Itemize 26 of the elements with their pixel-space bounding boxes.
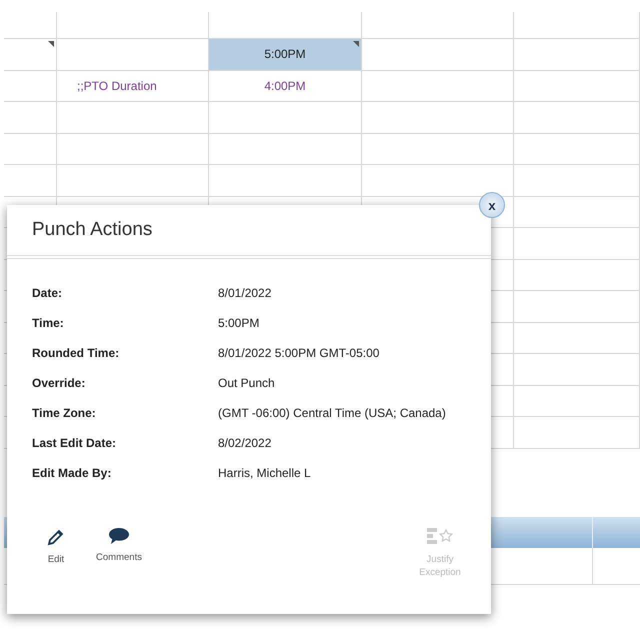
table-cell[interactable]: ;;PTO Duration [57,70,209,101]
pencil-icon [46,527,66,547]
field-value: 8/01/2022 5:00PM GMT-05:00 [218,346,380,360]
dialog-title: Punch Actions [31,218,154,242]
field-value: (GMT -06:00) Central Time (USA; Canada) [218,406,447,420]
field-value: Out Punch [218,376,276,390]
field-value: 8/02/2022 [218,436,272,450]
close-button[interactable]: x [479,192,505,218]
table-cell[interactable]: 5:00PM [209,39,362,70]
field-value: Harris, Michelle L [218,466,312,480]
field-label: Time Zone: [32,406,97,420]
corner-marker-icon [48,41,54,47]
field-label: Edit Made By: [32,466,112,480]
corner-marker-icon [353,41,359,47]
field-value: 8/01/2022 [218,286,272,300]
edit-button[interactable]: Edit [45,527,67,579]
field-label: Time: [32,316,65,330]
speech-bubble-icon [108,527,130,545]
comments-button[interactable]: Comments [93,527,145,579]
table-cell[interactable]: 4:00PM [209,70,362,101]
field-label: Override: [32,376,86,390]
field-label: Last Edit Date: [32,436,118,450]
field-value: 5:00PM [218,316,260,330]
list-star-icon [426,527,454,547]
field-label: Rounded Time: [32,346,120,360]
field-label: Date: [32,286,64,300]
